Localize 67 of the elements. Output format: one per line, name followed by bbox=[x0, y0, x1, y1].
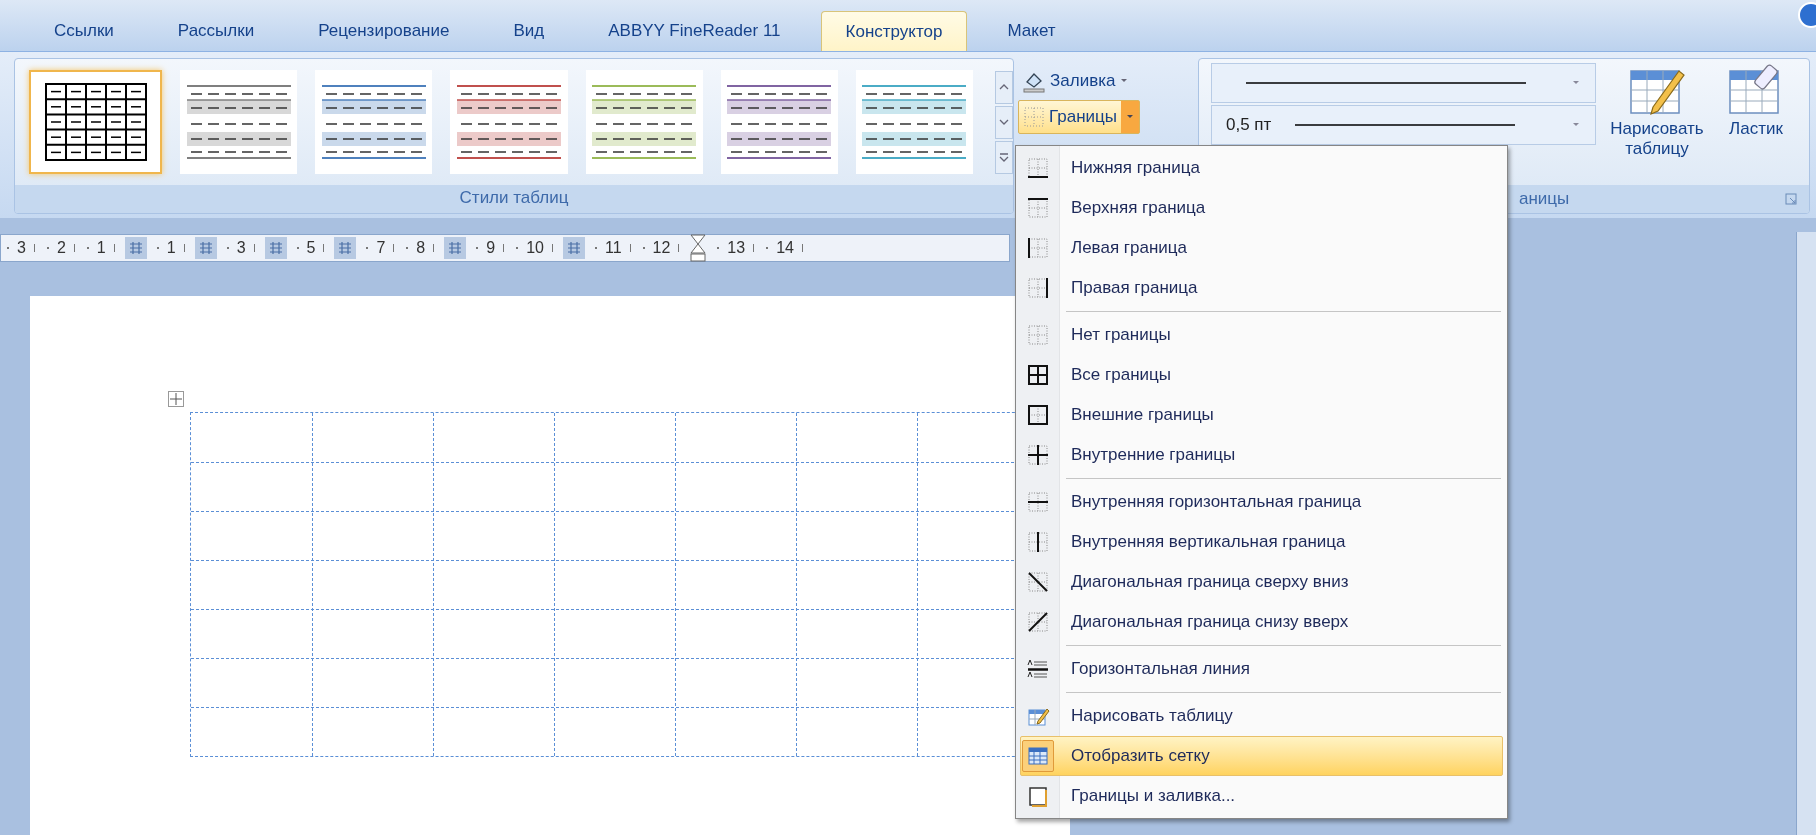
draw-table-button[interactable]: Нарисовать таблицу bbox=[1604, 63, 1710, 185]
scroll-down-button[interactable] bbox=[995, 105, 1013, 139]
ruler-number: 8 bbox=[416, 238, 426, 258]
ruler-number: 3 bbox=[236, 238, 246, 258]
ruler-number: 3 bbox=[17, 238, 26, 258]
menu-item[interactable]: Все границы bbox=[1020, 355, 1503, 395]
table-style-thumbnail[interactable] bbox=[855, 70, 973, 174]
ruler-number: 13 bbox=[727, 238, 746, 258]
table-style-thumbnail[interactable] bbox=[180, 70, 298, 174]
ribbon-tab[interactable]: Вид bbox=[489, 11, 569, 51]
ribbon-tab[interactable]: Рассылки bbox=[153, 11, 279, 51]
borders-button[interactable]: Границы bbox=[1018, 100, 1140, 134]
menu-item[interactable]: Диагональная граница сверху вниз bbox=[1020, 562, 1503, 602]
table-style-thumbnail[interactable] bbox=[450, 70, 568, 174]
line-weight-dropdown[interactable]: 0,5 пт bbox=[1211, 105, 1596, 145]
column-marker-icon[interactable] bbox=[444, 237, 467, 259]
menu-item[interactable]: Диагональная граница снизу вверх bbox=[1020, 602, 1503, 642]
ruler-number: 1 bbox=[166, 238, 176, 258]
ruler-number: 14 bbox=[776, 238, 794, 258]
group-label: аницы bbox=[1519, 188, 1570, 211]
ribbon-tab[interactable]: Макет bbox=[983, 11, 1080, 51]
menu-item[interactable]: Внутренняя горизонтальная граница bbox=[1020, 482, 1503, 522]
menu-item[interactable]: Нижняя граница bbox=[1020, 148, 1503, 188]
ribbon-tab[interactable]: Ссылки bbox=[30, 11, 138, 51]
borders-icon bbox=[1023, 106, 1045, 128]
group-label: Стили таблиц bbox=[15, 185, 1013, 213]
menu-item[interactable]: Левая граница bbox=[1020, 228, 1503, 268]
column-marker-icon[interactable] bbox=[334, 237, 357, 259]
ribbon-tab[interactable]: Рецензирование bbox=[294, 11, 474, 51]
ruler-number: 7 bbox=[376, 238, 386, 258]
table-style-thumbnail[interactable] bbox=[315, 70, 433, 174]
move-handle-icon[interactable] bbox=[168, 391, 184, 407]
column-marker-icon[interactable] bbox=[124, 237, 147, 259]
eraser-button[interactable]: Ластик bbox=[1718, 63, 1794, 185]
menu-item-icon bbox=[1022, 740, 1054, 772]
column-marker-icon[interactable] bbox=[562, 237, 585, 259]
menu-item[interactable]: Внешние границы bbox=[1020, 395, 1503, 435]
ruler-number: 12 bbox=[652, 238, 671, 258]
indent-marker-icon[interactable] bbox=[689, 234, 708, 262]
menu-item[interactable]: Горизонтальная линия bbox=[1020, 649, 1503, 689]
menu-item[interactable]: Нет границы bbox=[1020, 315, 1503, 355]
more-arrow-icon bbox=[997, 150, 1011, 164]
menu-item[interactable]: Границы и заливка... bbox=[1020, 776, 1503, 816]
gallery-more-button[interactable] bbox=[995, 140, 1013, 174]
menu-item[interactable]: Отобразить сетку bbox=[1020, 736, 1503, 776]
ruler-number: 10 bbox=[526, 238, 544, 258]
ribbon-tab[interactable]: ABBYY FineReader 11 bbox=[584, 11, 805, 51]
table-style-thumbnail[interactable] bbox=[29, 70, 163, 174]
ruler-number: 9 bbox=[486, 238, 496, 258]
ruler-number: 11 bbox=[604, 238, 622, 258]
ruler-number: 5 bbox=[306, 238, 316, 258]
table-style-thumbnail[interactable] bbox=[585, 70, 703, 174]
menu-item[interactable]: Нарисовать таблицу bbox=[1020, 696, 1503, 736]
menu-item[interactable]: Правая граница bbox=[1020, 268, 1503, 308]
dialog-launcher-icon[interactable] bbox=[1785, 193, 1797, 205]
ruler-number: 1 bbox=[96, 238, 106, 258]
shading-button[interactable]: Заливка bbox=[1018, 66, 1134, 96]
line-style-dropdown[interactable] bbox=[1211, 63, 1596, 103]
scroll-up-button[interactable] bbox=[995, 70, 1013, 104]
column-marker-icon[interactable] bbox=[194, 237, 217, 259]
table-style-thumbnail[interactable] bbox=[720, 70, 838, 174]
ribbon-tab[interactable]: Конструктор bbox=[820, 11, 968, 51]
menu-item[interactable]: Внутренняя вертикальная граница bbox=[1020, 522, 1503, 562]
ruler-number: 2 bbox=[56, 238, 66, 258]
menu-item[interactable]: Верхняя граница bbox=[1020, 188, 1503, 228]
menu-item[interactable]: Внутренние границы bbox=[1020, 435, 1503, 475]
column-marker-icon[interactable] bbox=[264, 237, 287, 259]
